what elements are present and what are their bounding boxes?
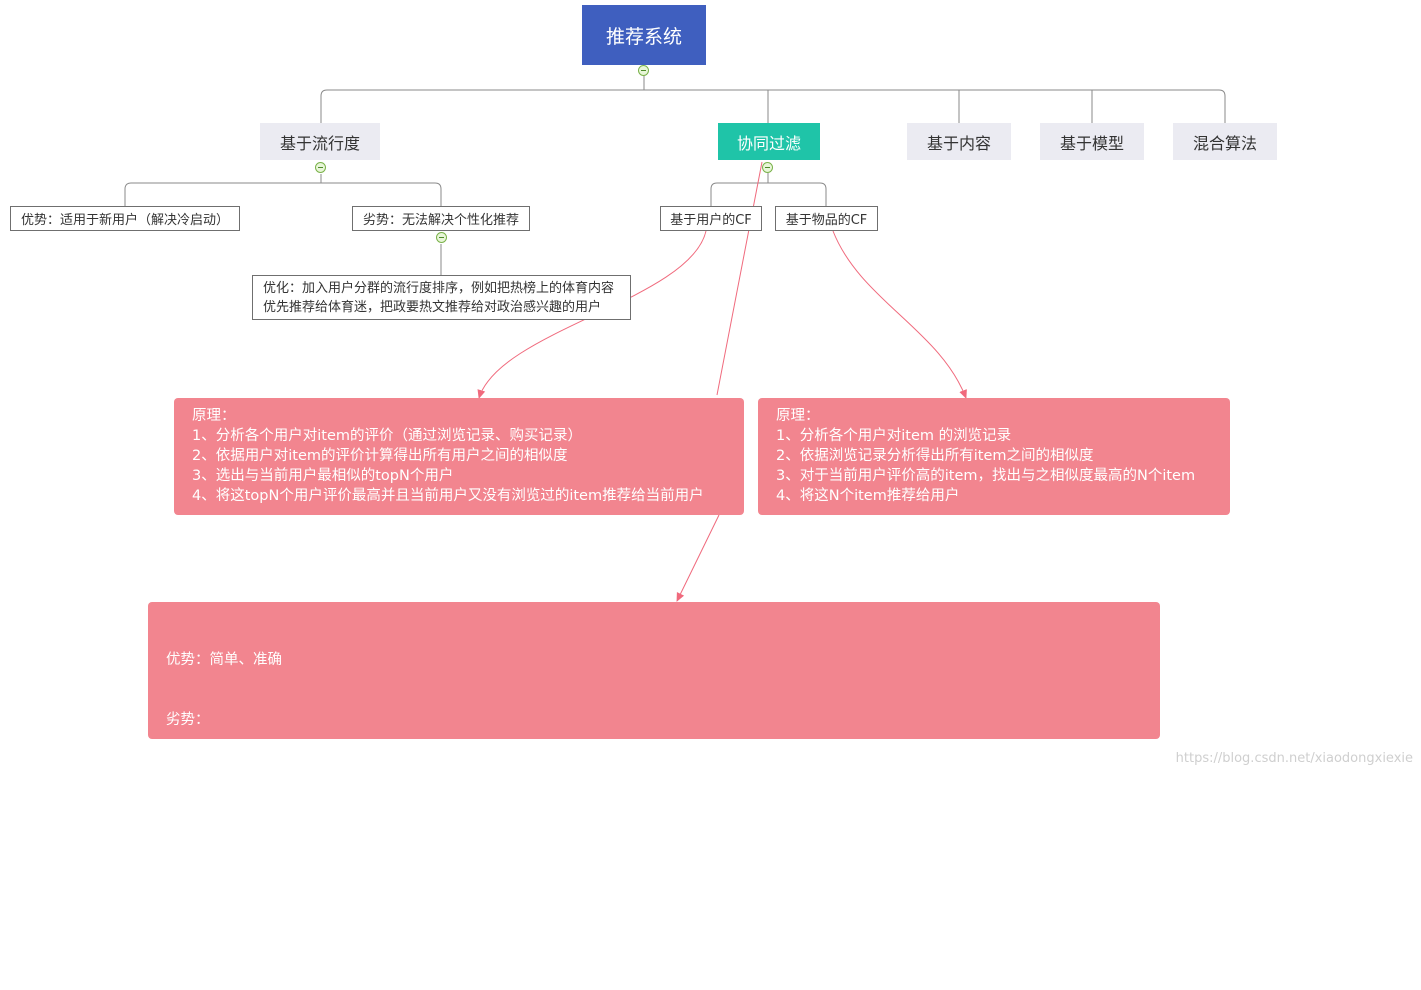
note-item-cf[interactable]: 原理： 1、分析各个用户对item 的浏览记录 2、依据浏览记录分析得出所有it… — [758, 398, 1230, 515]
note-line: 4、将这topN个用户评价最高并且当前用户又没有浏览过的item推荐给当前用户 — [192, 488, 704, 504]
note-line: 3、选出与当前用户最相似的topN个用户 — [192, 468, 454, 484]
arrow-item-cf-note — [832, 230, 967, 399]
tree-line-root — [320, 71, 1226, 123]
watermark: https://blog.csdn.net/xiaodongxiexie — [1175, 751, 1413, 766]
node-popularity-cons[interactable]: 劣势：无法解决个性化推荐 — [352, 206, 530, 231]
note-line: 4、将这N个item推荐给用户 — [776, 488, 960, 504]
note-line: 1、分析各个用户对item的评价（通过浏览记录、购买记录） — [192, 428, 582, 444]
note-line: 1、分析各个用户对item 的浏览记录 — [776, 428, 1012, 444]
note-line: 优势：简单、准确 — [166, 652, 282, 668]
collapse-toggle-icon[interactable] — [638, 65, 649, 76]
branch-hybrid[interactable]: 混合算法 — [1173, 123, 1277, 160]
tree-line-popularity — [124, 174, 442, 206]
note-line: 2、依据用户对item的评价计算得出所有用户之间的相似度 — [192, 448, 568, 464]
note-line: 原理： — [776, 408, 820, 424]
note-line: 2、计算过程中，那些大热的物品会有更大的几率被推荐给用户 — [166, 832, 576, 848]
branch-popularity[interactable]: 基于流行度 — [260, 123, 380, 160]
note-line: 3、对于当前用户评价高的item，找出与之相似度最高的N个item — [776, 468, 1196, 484]
optimize-line: 优先推荐给体育迷，把政要热文推荐给对政治感兴趣的用户 — [263, 300, 602, 315]
note-line: 4、在一些item生存周期短（如新闻、广告）的系统中，由于更新速度快，大量ite… — [166, 952, 1106, 968]
collapse-toggle-icon[interactable] — [315, 162, 326, 173]
node-popularity-optimize[interactable]: 优化：加入用户分群的流行度排序，例如把热榜上的体育内容 优先推荐给体育迷，把政要… — [252, 275, 631, 320]
note-line: 劣势： — [166, 712, 210, 728]
collapse-toggle-icon[interactable] — [436, 232, 447, 243]
collapse-toggle-icon[interactable] — [762, 162, 773, 173]
note-line: 2、依据浏览记录分析得出所有item之间的相似度 — [776, 448, 1094, 464]
root-node[interactable]: 推荐系统 — [582, 5, 706, 65]
node-popularity-pros[interactable]: 优势：适用于新用户（解决冷启动） — [10, 206, 240, 231]
note-line: 原理： — [192, 408, 236, 424]
tree-line-cf — [710, 173, 827, 206]
note-line: 3、冷启动问题，当有一名新用户或新物品进入系统时，推荐将无从依据 — [166, 892, 634, 908]
node-item-cf[interactable]: 基于物品的CF — [775, 206, 878, 231]
note-line: 1、依赖于准确的评分 — [166, 772, 315, 788]
node-user-cf[interactable]: 基于用户的CF — [660, 206, 762, 231]
optimize-line: 优化：加入用户分群的流行度排序，例如把热榜上的体育内容 — [263, 281, 615, 296]
branch-content-based[interactable]: 基于内容 — [907, 123, 1011, 160]
branch-model-based[interactable]: 基于模型 — [1040, 123, 1144, 160]
note-user-cf[interactable]: 原理： 1、分析各个用户对item的评价（通过浏览记录、购买记录） 2、依据用户… — [174, 398, 744, 515]
note-cf-summary[interactable]: 优势：简单、准确 劣势： 1、依赖于准确的评分 2、计算过程中，那些大热的物品会… — [148, 602, 1160, 968]
branch-collaborative-filtering[interactable]: 协同过滤 — [718, 123, 820, 160]
